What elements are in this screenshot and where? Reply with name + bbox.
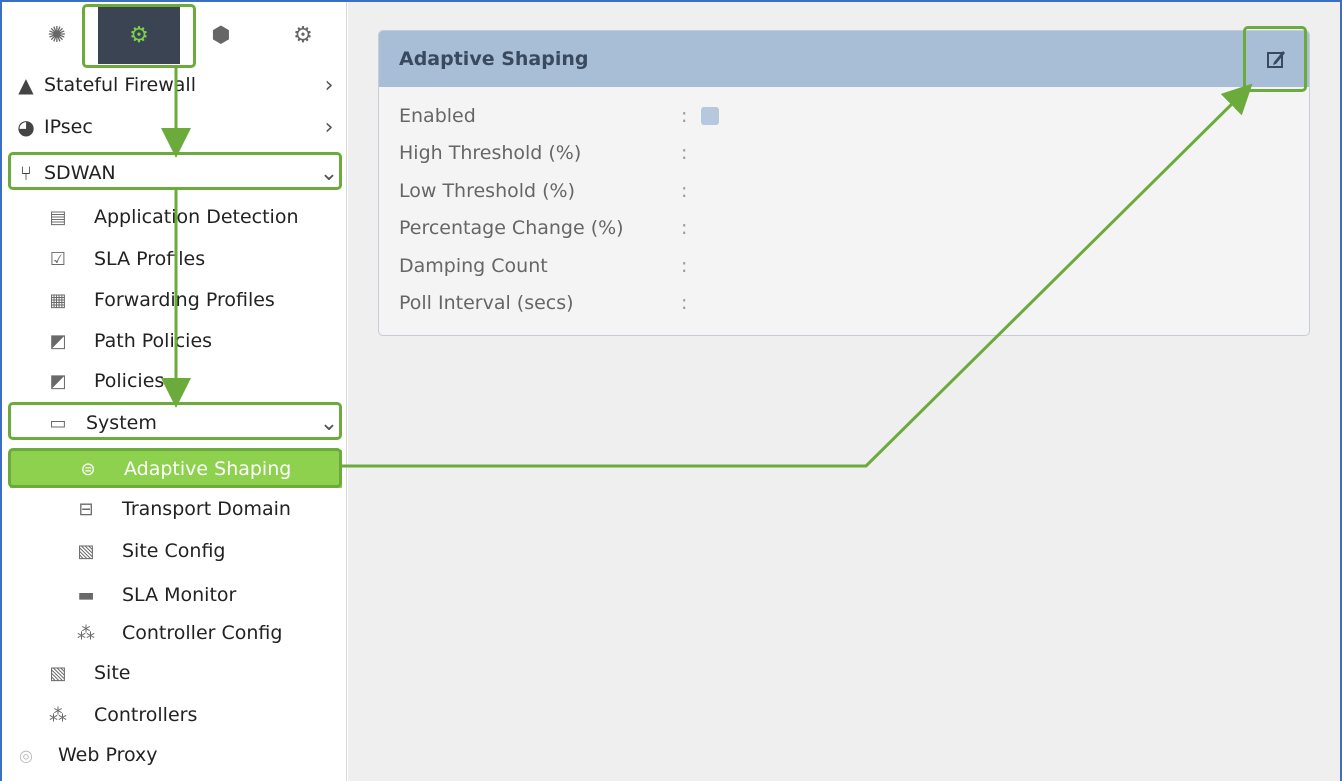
arrow-shaping-to-edit: [342, 83, 1253, 468]
annotation-arrows: [161, 68, 1253, 468]
